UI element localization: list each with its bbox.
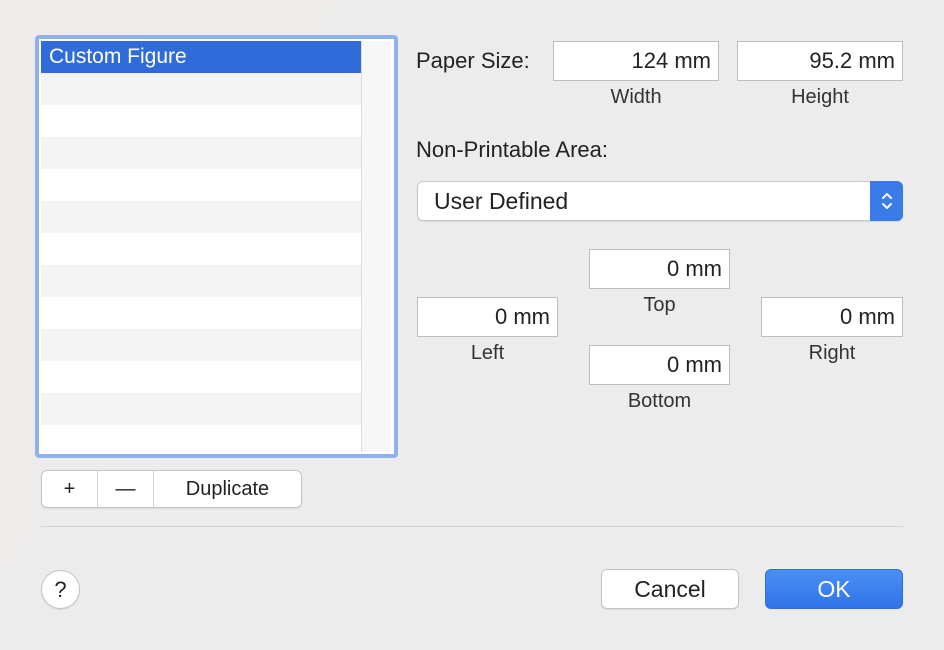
list-row-empty (41, 329, 361, 361)
left-caption: Left (470, 342, 505, 364)
right-caption: Right (808, 342, 856, 364)
list-item-custom-figure[interactable]: Custom Figure (41, 41, 361, 73)
top-margin-field[interactable]: 0 mm (589, 249, 730, 289)
list-row-empty (41, 393, 361, 425)
top-caption: Top (643, 294, 676, 316)
non-printable-area-popup[interactable]: User Defined (417, 181, 903, 221)
paper-height-field[interactable]: 95.2 mm (737, 41, 903, 81)
remove-button[interactable]: — (98, 471, 154, 507)
help-button[interactable]: ? (41, 570, 80, 609)
list-row-empty (41, 297, 361, 329)
chevron-up-down-icon (870, 181, 903, 221)
question-mark-icon: ? (54, 577, 67, 602)
cancel-button[interactable]: Cancel (601, 569, 739, 609)
minus-icon: — (115, 477, 136, 500)
list-scrollbar[interactable] (361, 41, 391, 452)
list-row-empty (41, 105, 361, 137)
right-margin-field[interactable]: 0 mm (761, 297, 903, 337)
width-caption: Width (610, 86, 662, 108)
paper-size-label: Paper Size: (416, 48, 530, 73)
list-row-empty (41, 233, 361, 265)
paper-width-field[interactable]: 124 mm (553, 41, 719, 81)
add-button[interactable]: + (42, 471, 98, 507)
list-rows: Custom Figure (41, 41, 361, 454)
divider (41, 526, 903, 527)
list-row-empty (41, 201, 361, 233)
bottom-caption: Bottom (627, 390, 692, 412)
non-printable-area-label: Non-Printable Area: (416, 137, 608, 162)
height-caption: Height (791, 86, 849, 108)
duplicate-label: Duplicate (185, 477, 270, 500)
paper-size-list[interactable]: Custom Figure (35, 35, 398, 458)
bottom-margin-field[interactable]: 0 mm (589, 345, 730, 385)
list-controls: + — Duplicate (41, 470, 302, 508)
ok-button[interactable]: OK (765, 569, 903, 609)
list-item-label: Custom Figure (49, 45, 187, 68)
list-row-empty (41, 361, 361, 393)
list-row-empty (41, 137, 361, 169)
duplicate-button[interactable]: Duplicate (154, 471, 301, 507)
plus-icon: + (63, 477, 76, 500)
list-row-empty (41, 265, 361, 297)
list-row-empty (41, 425, 361, 454)
list-row-empty (41, 169, 361, 201)
popup-selected-value: User Defined (434, 188, 569, 214)
left-margin-field[interactable]: 0 mm (417, 297, 558, 337)
list-row-empty (41, 73, 361, 105)
